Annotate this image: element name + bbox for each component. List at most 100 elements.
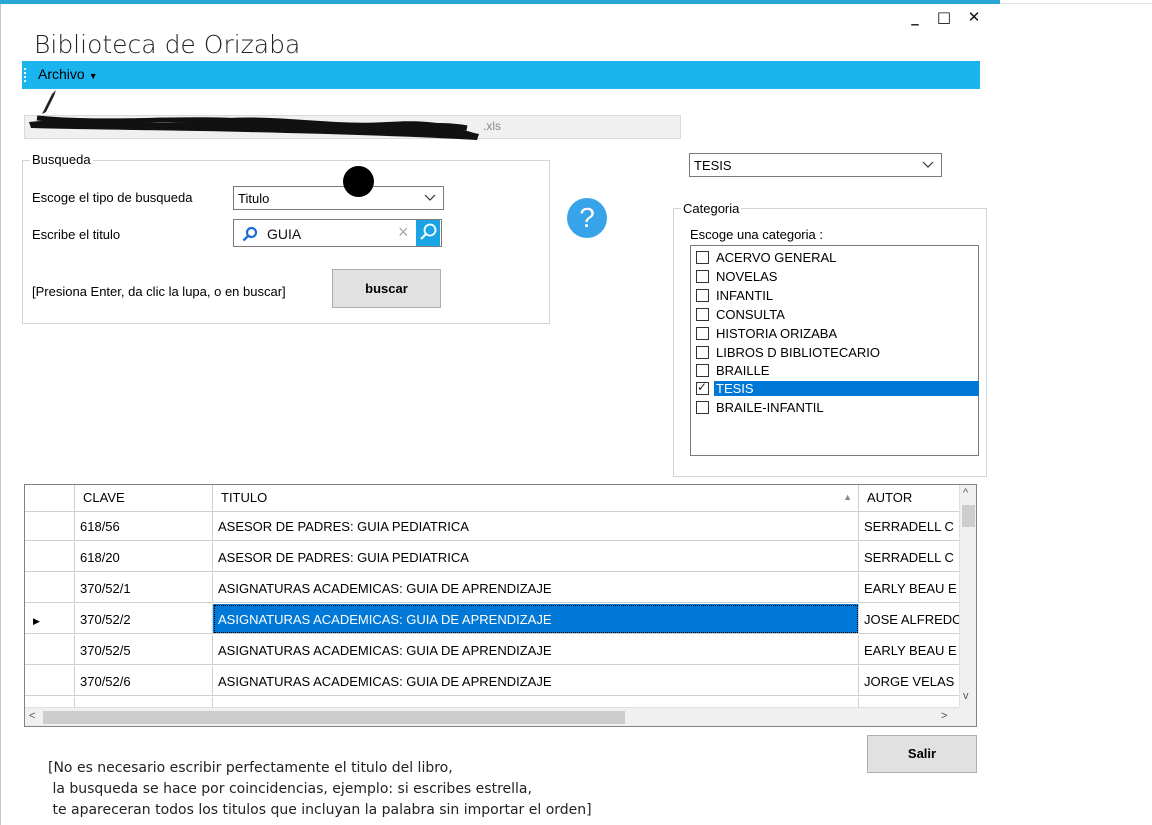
category-item[interactable]: NOVELAS — [694, 267, 977, 285]
categoria-group-label: Categoria — [681, 201, 742, 216]
minimize-button[interactable]: _ — [903, 6, 927, 28]
results-grid: CLAVE TITULO ▲ AUTOR 618/56 ASESOR DE PAD… — [24, 484, 977, 727]
search-icon — [420, 223, 437, 240]
scroll-up-icon[interactable]: ^ — [963, 487, 968, 499]
chevron-down-icon — [424, 194, 436, 201]
search-icon — [242, 226, 258, 242]
cell-titulo[interactable]: ASIGNATURAS ACADEMICAS: GUIA DE APRENDIZ… — [213, 604, 859, 634]
category-item[interactable]: LIBROS D BIBLIOTECARIO — [694, 343, 977, 361]
category-label: BRAILE-INFANTIL — [716, 400, 824, 415]
row-header[interactable] — [25, 511, 75, 541]
category-item[interactable]: BRAILE-INFANTIL — [694, 398, 977, 416]
titulo-label: Escribe el titulo — [32, 227, 121, 242]
menu-archivo-label: Archivo — [38, 66, 85, 82]
cell-clave[interactable]: 370/52/1 — [75, 573, 213, 603]
cell-autor[interactable]: EARLY BEAU E — [859, 573, 960, 603]
category-item[interactable]: CONSULTA — [694, 305, 977, 323]
categoria-select[interactable]: TESIS — [689, 153, 942, 177]
cell-titulo[interactable]: ASESOR DE PADRES: GUIA PEDIATRICA — [213, 511, 859, 541]
row-header[interactable] — [25, 666, 75, 696]
cell-titulo[interactable]: ASESOR DE PADRES: GUIA PEDIATRICA — [213, 542, 859, 572]
checkbox-checked[interactable] — [696, 380, 709, 395]
close-button[interactable]: ✕ — [962, 6, 986, 28]
table-row[interactable]: 370/52/6 ASIGNATURAS ACADEMICAS: GUIA DE … — [25, 666, 960, 696]
row-header[interactable]: ▶ — [25, 604, 75, 634]
menu-archivo[interactable]: Archivo ▼ — [38, 66, 98, 82]
cell-clave[interactable]: 370/52/2 — [75, 604, 213, 634]
category-item[interactable]: INFANTIL — [694, 286, 977, 304]
scroll-left-icon[interactable]: < — [29, 710, 35, 722]
maximize-button[interactable]: □ — [932, 6, 956, 28]
row-header[interactable] — [25, 542, 75, 572]
category-label: LIBROS D BIBLIOTECARIO — [716, 345, 880, 360]
window-outside-area — [1000, 0, 1152, 4]
table-row[interactable]: 618/20 ASESOR DE PADRES: GUIA PEDIATRICA S… — [25, 542, 960, 572]
category-item-selected[interactable]: TESIS — [694, 379, 979, 397]
vertical-scroll-thumb[interactable] — [962, 505, 975, 527]
category-label: CONSULTA — [716, 307, 785, 322]
cell-autor[interactable]: JORGE VELAS — [859, 666, 960, 696]
cell-titulo[interactable]: ASIGNATURAS ACADEMICAS: GUIA DE APRENDIZ… — [213, 666, 859, 696]
column-header-clave[interactable]: CLAVE — [75, 485, 213, 511]
checkbox[interactable] — [696, 364, 709, 377]
cell-titulo[interactable]: ASIGNATURAS ACADEMICAS: GUIA DE APRENDIZ… — [213, 573, 859, 603]
cell-titulo[interactable]: ASIGNATURAS ACADEMICAS: GUIA DE APRENDIZ… — [213, 635, 859, 665]
checkbox[interactable] — [696, 346, 709, 359]
row-header-corner — [25, 485, 75, 511]
row-header[interactable] — [25, 573, 75, 603]
row-header[interactable] — [25, 635, 75, 665]
checkbox[interactable] — [696, 401, 709, 414]
search-go-button[interactable] — [416, 220, 440, 246]
tipo-busqueda-select[interactable]: Titulo — [233, 186, 444, 210]
checkbox[interactable] — [696, 251, 709, 264]
table-row[interactable]: 370/52/1 ASIGNATURAS ACADEMICAS: GUIA DE … — [25, 573, 960, 603]
buscar-button[interactable]: buscar — [332, 269, 441, 308]
categoria-prompt: Escoge una categoria : — [690, 227, 823, 242]
cell-clave[interactable]: 370/52/6 — [75, 666, 213, 696]
scroll-down-icon[interactable]: v — [963, 690, 969, 702]
help-note: [No es necesario escribir perfectamente … — [48, 758, 592, 821]
column-header-autor[interactable]: AUTOR — [859, 485, 959, 511]
help-note-line: te apareceran todos los titulos que incl… — [48, 802, 592, 818]
cell-clave[interactable]: 370/52/5 — [75, 635, 213, 665]
scrollbar-corner — [959, 707, 976, 726]
checkbox[interactable] — [696, 308, 709, 321]
cell-autor[interactable]: EARLY BEAU E — [859, 635, 960, 665]
categoria-checklist: ACERVO GENERAL NOVELAS INFANTIL CONSULTA… — [690, 245, 979, 456]
horizontal-scrollbar[interactable]: < > — [25, 707, 959, 726]
checkbox[interactable] — [696, 289, 709, 302]
cell-clave[interactable]: 618/56 — [75, 511, 213, 541]
table-row[interactable]: 618/56 ASESOR DE PADRES: GUIA PEDIATRICA S… — [25, 511, 960, 541]
vertical-scrollbar[interactable]: ^ v — [959, 485, 976, 707]
help-icon[interactable]: ? — [567, 198, 607, 238]
horizontal-scroll-thumb[interactable] — [43, 711, 625, 724]
category-label: BRAILLE — [716, 363, 770, 378]
file-path-field[interactable]: .xls — [24, 115, 681, 140]
salir-button[interactable]: Salir — [867, 735, 977, 773]
help-note-line: la busqueda se hace por coincidencias, e… — [48, 781, 532, 797]
category-label: TESIS — [714, 381, 979, 396]
category-item[interactable]: HISTORIA ORIZABA — [694, 324, 977, 342]
checkbox[interactable] — [696, 327, 709, 340]
category-item[interactable]: ACERVO GENERAL — [694, 248, 977, 266]
checkbox[interactable] — [696, 270, 709, 283]
tipo-busqueda-label: Escoge el tipo de busqueda — [32, 190, 193, 205]
window-left-border — [0, 4, 1, 825]
column-header-titulo[interactable]: TITULO ▲ — [213, 485, 859, 511]
table-row[interactable]: ▶ 370/52/2 ASIGNATURAS ACADEMICAS: GUIA DE… — [25, 604, 960, 634]
category-label: HISTORIA ORIZABA — [716, 326, 838, 341]
cell-autor[interactable]: SERRADELL C — [859, 511, 960, 541]
cell-autor[interactable]: JOSE ALFREDO — [859, 604, 960, 634]
category-item[interactable]: BRAILLE — [694, 361, 977, 379]
table-row[interactable]: 370/52/5 ASIGNATURAS ACADEMICAS: GUIA DE … — [25, 635, 960, 665]
hint-text: [Presiona Enter, da clic la lupa, o en b… — [32, 284, 286, 299]
tipo-busqueda-value: Titulo — [238, 191, 270, 206]
scroll-right-icon[interactable]: > — [941, 710, 947, 722]
search-input[interactable] — [267, 226, 395, 242]
clear-icon[interactable]: × — [398, 222, 409, 243]
cell-autor[interactable]: SERRADELL C — [859, 542, 960, 572]
sort-ascending-icon: ▲ — [843, 492, 852, 502]
app-title: Biblioteca de Orizaba — [34, 30, 301, 59]
help-note-line: [No es necesario escribir perfectamente … — [48, 760, 453, 776]
cell-clave[interactable]: 618/20 — [75, 542, 213, 572]
